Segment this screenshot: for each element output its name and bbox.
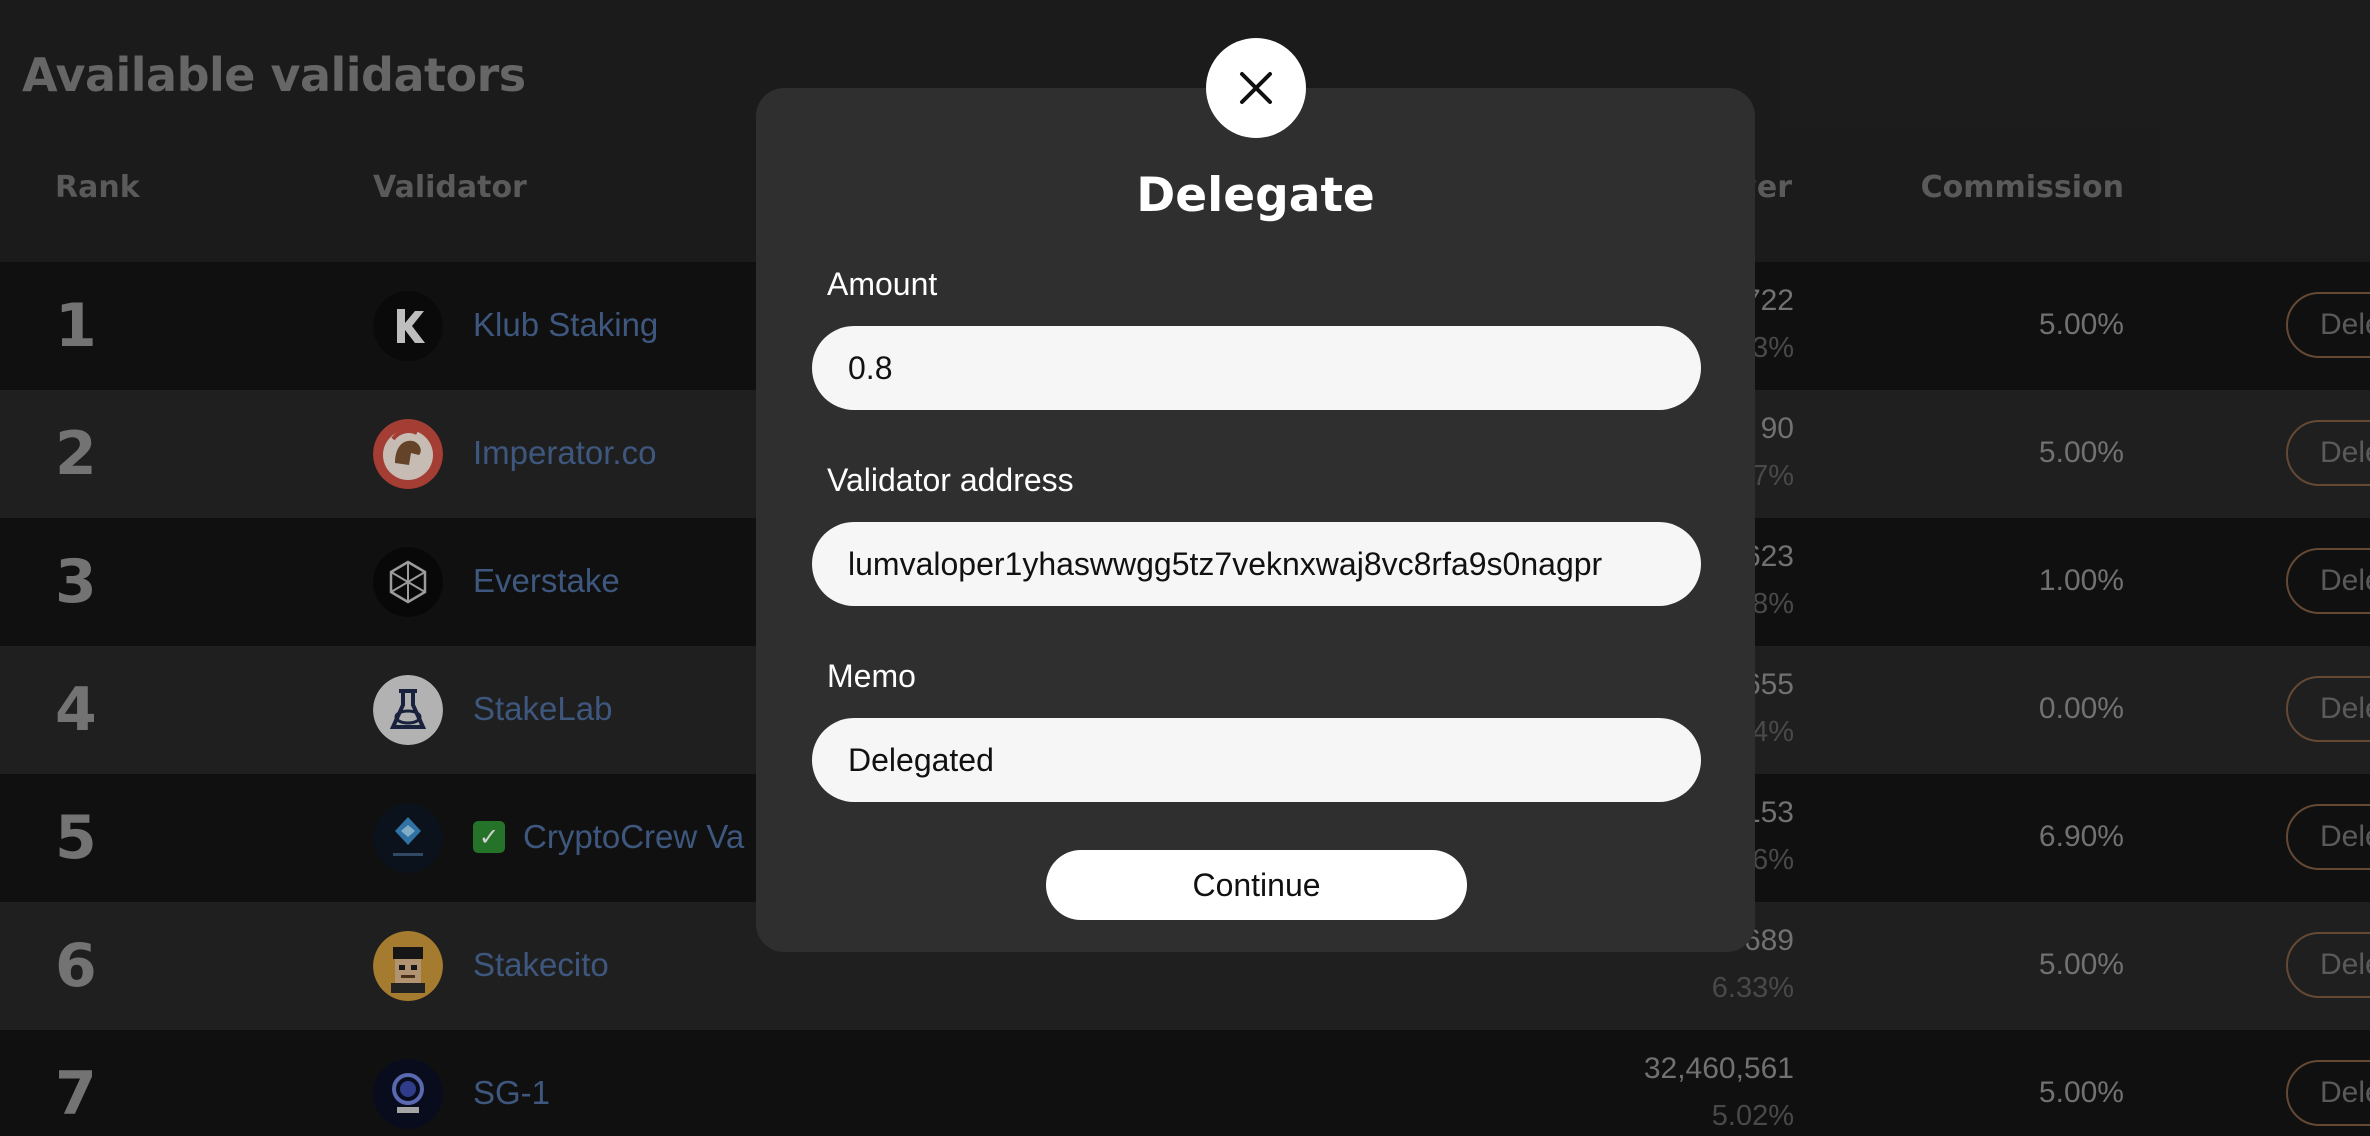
- memo-input[interactable]: [812, 718, 1701, 802]
- amount-input[interactable]: [812, 326, 1701, 410]
- close-icon: [1240, 72, 1272, 104]
- validator-address-label: Validator address: [827, 462, 1074, 498]
- validator-address-input[interactable]: [812, 522, 1701, 606]
- modal-title: Delegate: [1136, 168, 1375, 223]
- delegate-modal: Delegate Amount Validator address Memo C…: [756, 88, 1755, 952]
- close-modal-button[interactable]: [1206, 38, 1306, 138]
- page-root: Available validators Rank Validator wer …: [0, 0, 2370, 1136]
- memo-label: Memo: [827, 658, 916, 694]
- continue-button[interactable]: Continue: [1046, 850, 1467, 920]
- amount-label: Amount: [827, 266, 938, 302]
